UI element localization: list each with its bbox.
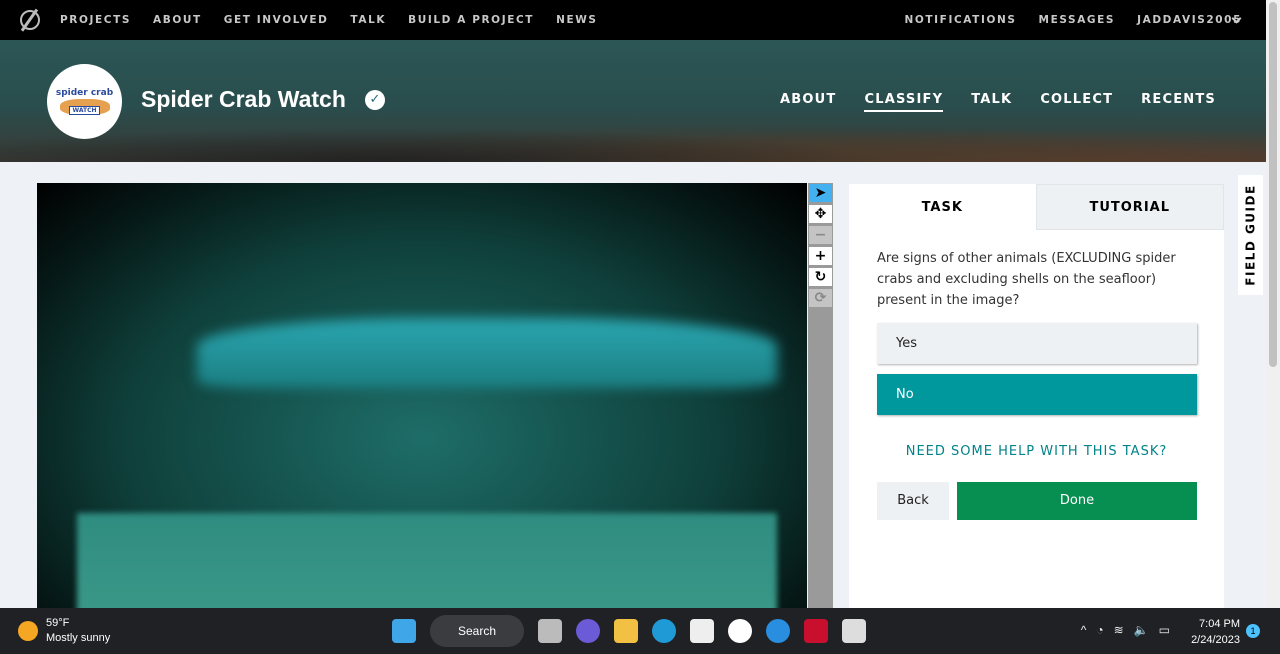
nav-about[interactable]: ABOUT [153, 14, 202, 26]
zoom-out-icon[interactable]: − [809, 226, 832, 244]
nav-projects[interactable]: PROJECTS [60, 14, 131, 26]
tab-task[interactable]: TASK [849, 184, 1036, 230]
help-link[interactable]: NEED SOME HELP WITH THIS TASK? [849, 444, 1224, 459]
snipping-tool-icon[interactable] [842, 619, 866, 643]
network-icon[interactable]: ◔ [1096, 623, 1103, 637]
taskbar: 59°F Mostly sunny Search ^ ◔ ≋ 🔈 ▭ 7:04 P… [0, 608, 1280, 654]
back-button[interactable]: Back [877, 482, 949, 520]
project-nav-recents[interactable]: RECENTS [1141, 92, 1216, 112]
logo-text-watch: WATCH [69, 106, 100, 115]
weather-text: Mostly sunny [46, 632, 111, 644]
field-guide-label: FIELD GUIDE [1243, 184, 1258, 286]
clock[interactable]: 7:04 PM 2/24/2023 [1191, 616, 1240, 648]
scrollbar-thumb[interactable] [1269, 2, 1277, 367]
notification-badge[interactable]: 1 [1246, 624, 1260, 638]
store-icon[interactable] [690, 619, 714, 643]
help-icon[interactable] [766, 619, 790, 643]
logo-text: spider crab [55, 88, 114, 98]
temperature: 59°F [46, 617, 70, 629]
battery-icon[interactable]: ▭ [1159, 623, 1170, 637]
search-label: Search [457, 624, 497, 638]
answer-no[interactable]: No [877, 374, 1197, 415]
edge-icon[interactable] [652, 619, 676, 643]
file-explorer-icon[interactable] [614, 619, 638, 643]
top-navigation: PROJECTS ABOUT GET INVOLVED TALK BUILD A… [0, 0, 1280, 40]
mcafee-icon[interactable] [804, 619, 828, 643]
move-icon[interactable]: ✥ [809, 205, 832, 223]
pointer-icon[interactable]: ➤ [809, 184, 832, 202]
time: 7:04 PM [1199, 618, 1240, 630]
scrollbar[interactable] [1266, 0, 1280, 608]
image-toolbar: ➤ ✥ − + ↻ ⟳ [808, 183, 833, 608]
reset-icon[interactable]: ⟳ [809, 289, 832, 307]
verified-check-icon: ✓ [365, 90, 385, 110]
zoom-in-icon[interactable]: + [809, 247, 832, 265]
task-view-icon[interactable] [538, 619, 562, 643]
subject-image[interactable] [37, 183, 807, 608]
sun-icon [18, 621, 38, 641]
taskbar-search[interactable]: Search [430, 615, 524, 647]
nav-news[interactable]: NEWS [556, 14, 598, 26]
project-avatar[interactable]: spider crab WATCH [47, 64, 122, 139]
nav-talk[interactable]: TALK [350, 14, 386, 26]
done-button[interactable]: Done [957, 482, 1197, 520]
nav-build-project[interactable]: BUILD A PROJECT [408, 14, 534, 26]
nav-messages[interactable]: MESSAGES [1039, 14, 1116, 26]
wifi-icon[interactable]: ≋ [1114, 623, 1124, 637]
project-nav-talk[interactable]: TALK [971, 92, 1012, 112]
teams-chat-icon[interactable] [576, 619, 600, 643]
user-menu[interactable]: JADDAVIS2005 [1137, 14, 1242, 26]
nav-get-involved[interactable]: GET INVOLVED [224, 14, 329, 26]
project-nav-classify[interactable]: CLASSIFY [864, 92, 944, 112]
project-title[interactable]: Spider Crab Watch [141, 86, 346, 113]
task-question: Are signs of other animals (EXCLUDING sp… [877, 251, 1176, 308]
project-nav-about[interactable]: ABOUT [780, 92, 836, 112]
app-icon[interactable] [728, 619, 752, 643]
rotate-icon[interactable]: ↻ [809, 268, 832, 286]
zooniverse-logo-icon[interactable] [20, 10, 40, 30]
project-header: spider crab WATCH Spider Crab Watch ✓ AB… [0, 40, 1266, 162]
date: 2/24/2023 [1191, 634, 1240, 646]
system-tray[interactable]: ^ ◔ ≋ 🔈 ▭ [1081, 623, 1170, 637]
chevron-up-icon[interactable]: ^ [1081, 623, 1087, 637]
field-guide-tab[interactable]: FIELD GUIDE [1238, 175, 1263, 295]
nav-notifications[interactable]: NOTIFICATIONS [905, 14, 1017, 26]
image-seafloor [77, 513, 777, 608]
project-nav-collect[interactable]: COLLECT [1040, 92, 1113, 112]
image-water [197, 318, 777, 388]
windows-start-icon[interactable] [392, 619, 416, 643]
task-panel: TASK TUTORIAL Are signs of other animals… [849, 184, 1224, 608]
volume-icon[interactable]: 🔈 [1134, 623, 1149, 637]
answer-yes[interactable]: Yes [877, 323, 1197, 364]
tab-tutorial[interactable]: TUTORIAL [1035, 184, 1224, 230]
weather-widget[interactable]: 59°F Mostly sunny [18, 616, 110, 646]
